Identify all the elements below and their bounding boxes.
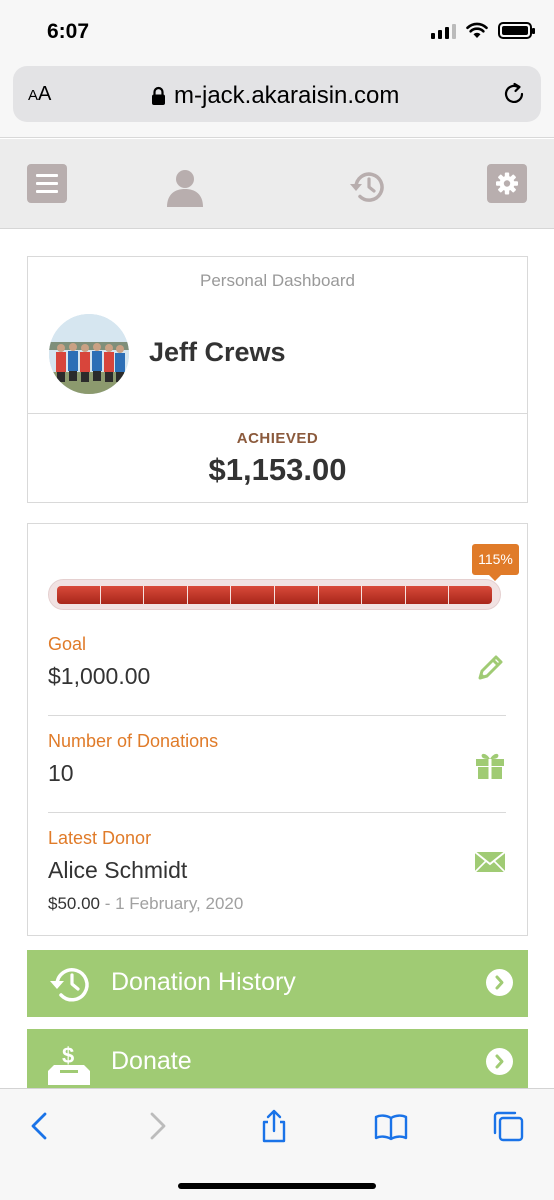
donate-box-icon: $ [48, 1043, 90, 1085]
pencil-icon[interactable] [474, 652, 506, 684]
donation-history-label: Donation History [111, 968, 296, 996]
latest-donor-details: $50.00 - 1 February, 2020 [48, 894, 506, 914]
home-indicator [178, 1183, 376, 1189]
reload-icon[interactable] [501, 81, 527, 107]
donations-value: 10 [48, 760, 74, 786]
svg-text:$: $ [62, 1043, 74, 1068]
latest-donor-amount: $50.00 [48, 894, 100, 913]
latest-donor-name: Alice Schmidt [48, 857, 188, 883]
progress-bar [48, 579, 501, 610]
menu-button[interactable] [27, 164, 67, 203]
progress-segment [319, 586, 363, 604]
battery-icon [498, 22, 535, 39]
achieved-amount: $1,153.00 [208, 452, 347, 487]
progress-segment [101, 586, 145, 604]
progress-segment [144, 586, 188, 604]
divider [28, 413, 527, 414]
history-icon [50, 968, 89, 1002]
achieved-label: ACHIEVED [236, 430, 319, 447]
progress-percent-badge: 115% [472, 544, 519, 581]
status-bar: 6:07 [0, 0, 554, 62]
signal-icon [431, 23, 456, 39]
avatar[interactable] [49, 314, 129, 394]
donate-label: Donate [111, 1047, 192, 1075]
chevron-right-icon [486, 969, 513, 996]
history-icon[interactable] [348, 169, 388, 205]
address-field[interactable]: m-jack.akaraisin.com [151, 82, 399, 110]
profile-name: Jeff Crews [149, 337, 286, 367]
share-icon[interactable] [257, 1109, 291, 1143]
browser-url-area: AA m-jack.akaraisin.com [0, 62, 554, 138]
latest-donor-date: - 1 February, 2020 [104, 894, 244, 913]
divider [48, 812, 506, 813]
lock-icon [152, 86, 165, 105]
tabs-icon[interactable] [491, 1109, 525, 1143]
url-bar[interactable]: AA m-jack.akaraisin.com [13, 66, 541, 122]
status-time: 6:07 [47, 20, 90, 43]
dashboard-title: Personal Dashboard [200, 271, 355, 290]
url-text: m-jack.akaraisin.com [174, 82, 400, 109]
progress-segment [231, 586, 275, 604]
user-icon[interactable] [164, 167, 206, 207]
progress-bar-fill [57, 586, 492, 604]
progress-segment [449, 586, 492, 604]
forward-icon[interactable] [140, 1109, 174, 1143]
progress-segment [57, 586, 101, 604]
status-icons [431, 22, 535, 39]
donation-history-button[interactable]: Donation History [27, 950, 528, 1017]
progress-segment [188, 586, 232, 604]
progress-segment [275, 586, 319, 604]
reader-options-button[interactable]: AA [28, 83, 51, 106]
back-icon[interactable] [23, 1109, 57, 1143]
divider [48, 715, 506, 716]
envelope-icon[interactable] [474, 846, 506, 878]
goal-value: $1,000.00 [48, 663, 151, 689]
bookmarks-icon[interactable] [374, 1109, 408, 1143]
progress-segment [406, 586, 450, 604]
progress-segment [362, 586, 406, 604]
gift-icon [476, 753, 504, 779]
settings-button[interactable] [487, 164, 527, 203]
wifi-icon [466, 22, 488, 38]
progress-segments [57, 586, 492, 604]
donations-row: Number of Donations 10 [48, 731, 506, 787]
donations-label: Number of Donations [48, 731, 219, 751]
gear-icon [496, 172, 518, 195]
profile-card: Personal Dashboard Jeff Crews ACHIEVED $… [27, 256, 528, 503]
app-top-nav [0, 139, 554, 229]
goal-row: Goal $1,000.00 [48, 634, 506, 690]
donate-button[interactable]: $ Donate [27, 1029, 528, 1089]
browser-toolbar [0, 1088, 554, 1200]
stats-card: 115% Goal $1,000.00 Number of Donations … [27, 523, 528, 936]
goal-label: Goal [48, 634, 87, 654]
latest-donor-label: Latest Donor [48, 828, 152, 848]
chevron-right-icon [486, 1048, 513, 1075]
team-photo [49, 314, 129, 394]
latest-donor-row: Latest Donor Alice Schmidt $50.00 - 1 Fe… [48, 828, 506, 914]
